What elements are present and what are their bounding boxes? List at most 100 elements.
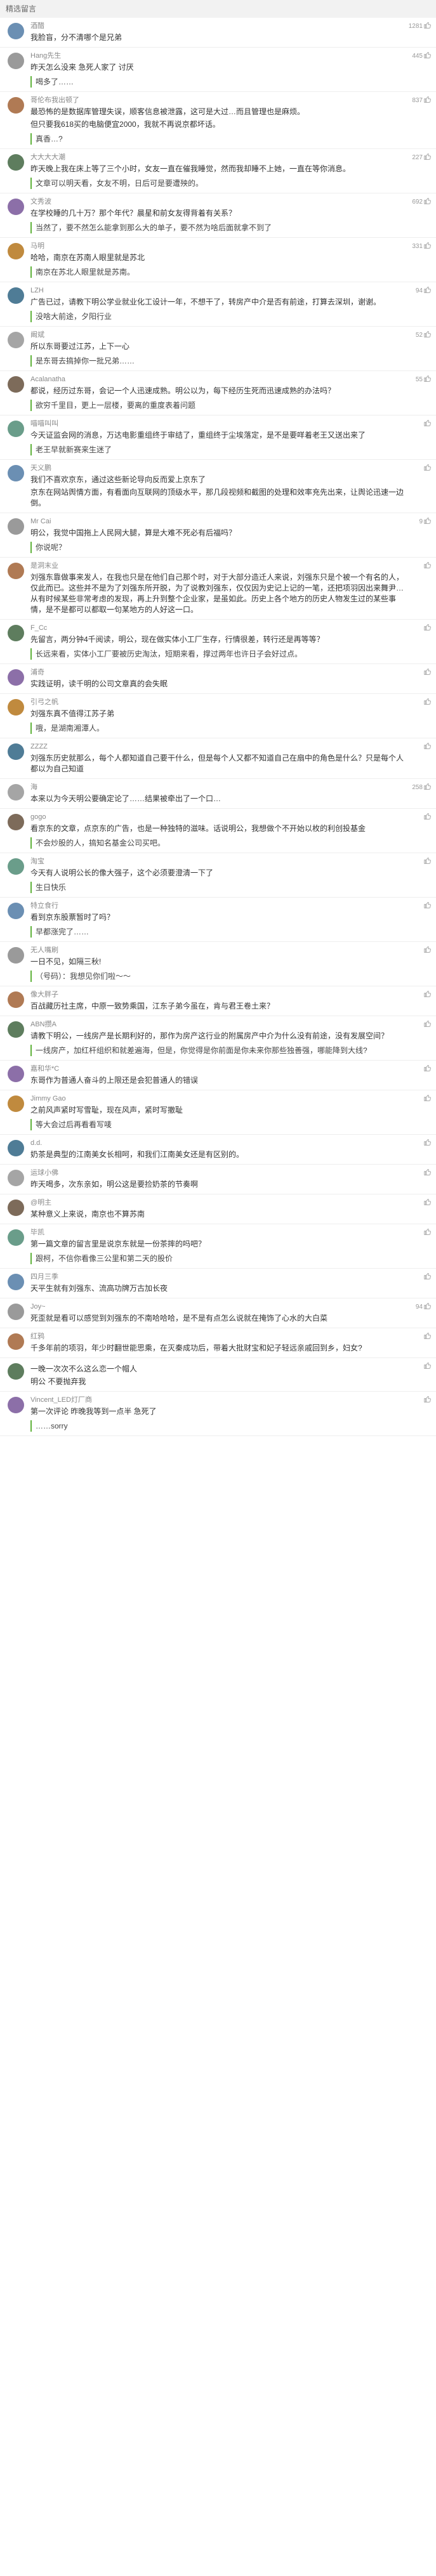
thumbs-up-icon[interactable]: [424, 1302, 431, 1311]
like-button[interactable]: [423, 668, 431, 677]
like-button[interactable]: [423, 857, 431, 866]
avatar[interactable]: [8, 1200, 24, 1216]
thumbs-up-icon[interactable]: [424, 22, 431, 30]
like-button[interactable]: [423, 946, 431, 955]
thumbs-up-icon[interactable]: [424, 668, 431, 677]
like-button[interactable]: [423, 698, 431, 707]
avatar[interactable]: [8, 23, 24, 39]
avatar[interactable]: [8, 465, 24, 481]
like-button[interactable]: [423, 624, 431, 632]
thumbs-up-icon[interactable]: [424, 990, 431, 999]
thumbs-up-icon[interactable]: [424, 286, 431, 295]
thumbs-up-icon[interactable]: [424, 1396, 431, 1404]
avatar[interactable]: [8, 97, 24, 114]
avatar[interactable]: [8, 421, 24, 437]
thumbs-up-icon[interactable]: [424, 375, 431, 384]
like-button[interactable]: 9: [419, 517, 431, 526]
like-button[interactable]: [423, 1020, 431, 1029]
thumbs-up-icon[interactable]: [424, 153, 431, 162]
thumbs-up-icon[interactable]: [424, 1362, 431, 1371]
avatar[interactable]: [8, 669, 24, 686]
thumbs-up-icon[interactable]: [424, 624, 431, 632]
avatar[interactable]: [8, 376, 24, 393]
avatar[interactable]: [8, 784, 24, 801]
avatar[interactable]: [8, 1363, 24, 1380]
like-button[interactable]: 55: [416, 375, 431, 384]
thumbs-up-icon[interactable]: [424, 242, 431, 251]
avatar[interactable]: [8, 743, 24, 760]
avatar[interactable]: [8, 563, 24, 579]
avatar[interactable]: [8, 1140, 24, 1156]
thumbs-up-icon[interactable]: [424, 1332, 431, 1341]
avatar[interactable]: [8, 199, 24, 215]
like-button[interactable]: 445: [412, 51, 431, 60]
avatar[interactable]: [8, 1397, 24, 1413]
thumbs-up-icon[interactable]: [424, 813, 431, 821]
thumbs-up-icon[interactable]: [424, 1198, 431, 1207]
like-button[interactable]: [423, 990, 431, 999]
like-button[interactable]: 258: [412, 783, 431, 792]
like-button[interactable]: [423, 1228, 431, 1237]
avatar[interactable]: [8, 1333, 24, 1350]
thumbs-up-icon[interactable]: [424, 1094, 431, 1103]
like-button[interactable]: [423, 1168, 431, 1177]
avatar[interactable]: [8, 1229, 24, 1246]
like-button[interactable]: [423, 742, 431, 751]
avatar[interactable]: [8, 991, 24, 1008]
thumbs-up-icon[interactable]: [424, 783, 431, 792]
thumbs-up-icon[interactable]: [424, 742, 431, 751]
like-button[interactable]: [423, 1272, 431, 1281]
thumbs-up-icon[interactable]: [424, 419, 431, 428]
thumbs-up-icon[interactable]: [424, 1228, 431, 1237]
like-button[interactable]: 94: [416, 1302, 431, 1311]
thumbs-up-icon[interactable]: [424, 51, 431, 60]
avatar[interactable]: [8, 903, 24, 919]
like-button[interactable]: 1281: [409, 22, 431, 30]
avatar[interactable]: [8, 625, 24, 641]
like-button[interactable]: [423, 901, 431, 910]
like-button[interactable]: 52: [416, 330, 431, 339]
thumbs-up-icon[interactable]: [424, 561, 431, 570]
thumbs-up-icon[interactable]: [424, 1168, 431, 1177]
thumbs-up-icon[interactable]: [424, 464, 431, 473]
avatar[interactable]: [8, 1274, 24, 1290]
avatar[interactable]: [8, 947, 24, 964]
thumbs-up-icon[interactable]: [424, 946, 431, 955]
thumbs-up-icon[interactable]: [424, 1139, 431, 1147]
like-button[interactable]: [423, 813, 431, 821]
thumbs-up-icon[interactable]: [424, 1020, 431, 1029]
like-button[interactable]: 837: [412, 96, 431, 105]
avatar[interactable]: [8, 1066, 24, 1082]
like-button[interactable]: 227: [412, 153, 431, 162]
avatar[interactable]: [8, 1304, 24, 1320]
avatar[interactable]: [8, 243, 24, 259]
avatar[interactable]: [8, 1095, 24, 1112]
thumbs-up-icon[interactable]: [424, 901, 431, 910]
like-button[interactable]: [423, 464, 431, 473]
avatar[interactable]: [8, 287, 24, 304]
like-button[interactable]: 94: [416, 286, 431, 295]
avatar[interactable]: [8, 332, 24, 348]
thumbs-up-icon[interactable]: [424, 197, 431, 206]
like-button[interactable]: [423, 1064, 431, 1073]
avatar[interactable]: [8, 1170, 24, 1186]
thumbs-up-icon[interactable]: [424, 857, 431, 866]
avatar[interactable]: [8, 814, 24, 830]
like-button[interactable]: 692: [412, 197, 431, 206]
like-button[interactable]: [423, 1094, 431, 1103]
thumbs-up-icon[interactable]: [424, 517, 431, 526]
thumbs-up-icon[interactable]: [424, 698, 431, 707]
like-button[interactable]: [423, 561, 431, 570]
avatar[interactable]: [8, 154, 24, 171]
like-button[interactable]: [423, 1332, 431, 1341]
like-button[interactable]: [423, 1396, 431, 1404]
like-button[interactable]: [423, 1139, 431, 1147]
like-button[interactable]: [423, 419, 431, 428]
like-button[interactable]: 331: [412, 242, 431, 251]
avatar[interactable]: [8, 518, 24, 535]
avatar[interactable]: [8, 53, 24, 69]
avatar[interactable]: [8, 699, 24, 716]
thumbs-up-icon[interactable]: [424, 1272, 431, 1281]
thumbs-up-icon[interactable]: [424, 1064, 431, 1073]
avatar[interactable]: [8, 1021, 24, 1038]
